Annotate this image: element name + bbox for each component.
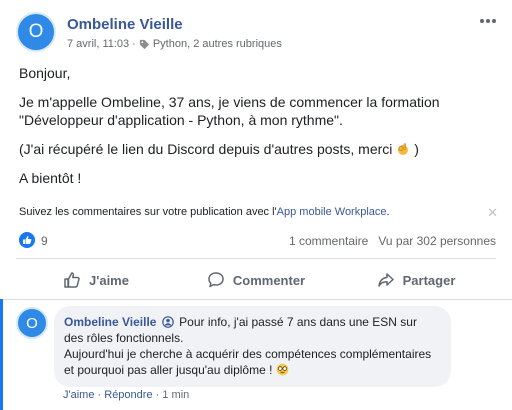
discord-text: (J'ai récupéré le lien du Discord depuis… [19,141,393,157]
commenter-avatar[interactable]: O [16,307,48,339]
close-icon[interactable]: ✕ [487,205,498,221]
ok-hand-emoji-icon [398,143,409,155]
comment-bubble: Ombeline Vieille Pour info, j'ai passé 7… [54,306,451,387]
author-name[interactable]: Ombeline Vieille [67,16,183,33]
stats-right: 1 commentaire Vu par 302 personnes [289,234,496,248]
mobile-app-notice: Suivez les commentaires sur votre public… [19,205,498,221]
share-label: Partager [402,272,456,288]
notice-link[interactable]: App mobile Workplace [277,206,387,218]
comment-like-link[interactable]: J'aime [63,389,94,401]
tag-icon [139,39,149,49]
comment-text-2: des rôles fonctionnels. [64,331,184,345]
commenter-avatar-letter: O [26,314,38,332]
meta-separator: · [132,38,136,50]
like-button[interactable]: J'aime [16,263,176,297]
comment-time[interactable]: 1 min [162,389,189,401]
post-greeting: Bonjour, [19,65,71,81]
comment-actions: J'aime · Répondre · 1 min [63,389,189,401]
author-avatar[interactable]: O [16,12,56,52]
share-button[interactable]: Partager [336,263,496,297]
post-date[interactable]: 7 avril, 11:03 [67,38,129,50]
like-label: J'aime [89,272,129,288]
post-topic[interactable]: Python, 2 autres rubriques [153,38,282,50]
comment-text-4: et pourquoi pas aller jusqu'au diplôme ! [64,363,273,377]
comment-count[interactable]: 1 commentaire [289,234,368,248]
post-actions: J'aime Commenter Partager [16,263,496,297]
comment-first-line: Ombeline Vieille Pour info, j'ai passé 7… [64,314,441,330]
share-icon [377,273,394,287]
more-options-icon[interactable] [476,12,500,30]
comment-dot-2: · [155,389,160,401]
comment-dot-1: · [97,389,102,401]
comment-button[interactable]: Commenter [176,263,336,297]
comment-text-1: Pour info, j'ai passé 7 ans dans une ESN… [179,315,417,329]
discord-end: ) [414,141,419,157]
post-bye: A bientôt ! [19,170,82,186]
view-count[interactable]: Vu par 302 personnes [378,234,496,248]
comment-highlight-bar [0,299,3,410]
like-count[interactable]: 9 [41,234,48,248]
post-content: Bonjour, Je m'appelle Ombeline, 37 ans, … [19,64,498,198]
notice-text: Suivez les commentaires sur votre public… [19,206,277,218]
intro-line-2: "Développeur d'application - Python, à m… [19,112,343,128]
avatar-letter: O [28,21,44,42]
comment-label: Commenter [232,272,306,288]
comment-text-3: Aujourd'hui je cherche à acquérir des co… [64,347,432,361]
post-intro: Je m'appelle Ombeline, 37 ans, je viens … [19,93,498,129]
intro-line-1: Je m'appelle Ombeline, 37 ans, je viens … [19,94,440,110]
post-discord: (J'ai récupéré le lien du Discord depuis… [19,140,498,158]
post-meta: 7 avril, 11:03 · Python, 2 autres rubriq… [67,38,282,50]
like-reaction-icon[interactable] [19,232,35,248]
post-header: O Ombeline Vieille 7 avril, 11:03 · Pyth… [16,12,502,56]
admin-badge-icon [162,316,174,328]
thumbs-up-icon [64,272,80,288]
post-stats: 9 1 commentaire Vu par 302 personnes [19,231,496,251]
comment-reply-link[interactable]: Répondre [104,389,152,401]
divider [16,258,496,259]
comment-last-line: et pourquoi pas aller jusqu'au diplôme ! [64,362,441,378]
post-card: O Ombeline Vieille 7 avril, 11:03 · Pyth… [0,0,512,410]
comment-icon [208,272,224,288]
notice-end: . [386,206,390,218]
nerd-face-emoji-icon [276,363,289,376]
commenter-name[interactable]: Ombeline Vieille [64,315,156,329]
